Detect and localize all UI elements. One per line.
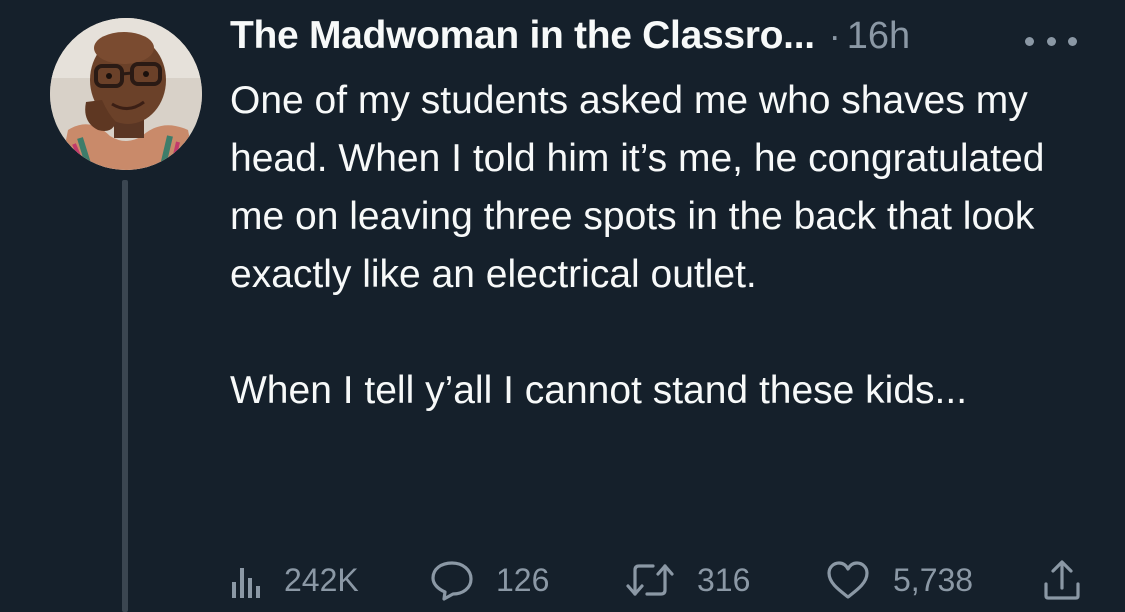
reply-button[interactable]: 126 (430, 550, 549, 610)
tweet-text: One of my students asked me who shaves m… (230, 72, 1100, 420)
reply-count: 126 (496, 561, 550, 598)
more-options-icon[interactable] (1025, 34, 1077, 48)
tweet[interactable]: The Madwoman in the Classro... · 16h One… (0, 0, 1125, 612)
thread-line (122, 180, 128, 612)
bar-chart-icon (232, 568, 260, 598)
like-button[interactable]: 5,738 (825, 550, 973, 610)
views-button[interactable]: 242K (230, 550, 359, 610)
tweet-paragraph: One of my students asked me who shaves m… (230, 79, 1045, 296)
retweet-button[interactable]: 316 (625, 550, 750, 610)
tweet-header: The Madwoman in the Classro... · 16h (230, 14, 910, 66)
timestamp[interactable]: 16h (847, 15, 910, 58)
heart-icon (827, 561, 869, 599)
share-button[interactable] (1042, 550, 1082, 610)
views-count: 242K (284, 561, 359, 598)
speech-bubble-icon (431, 561, 473, 601)
display-name[interactable]: The Madwoman in the Classro... (230, 14, 815, 58)
like-count: 5,738 (893, 561, 974, 598)
retweet-icon (626, 564, 674, 596)
share-upload-icon (1044, 560, 1080, 600)
tweet-paragraph: When I tell y’all I cannot stand these k… (230, 369, 968, 412)
separator-dot: · (828, 15, 841, 56)
avatar[interactable] (50, 18, 202, 170)
tweet-actions: 242K 126 316 5,738 (230, 550, 1100, 610)
retweet-count: 316 (697, 561, 751, 598)
